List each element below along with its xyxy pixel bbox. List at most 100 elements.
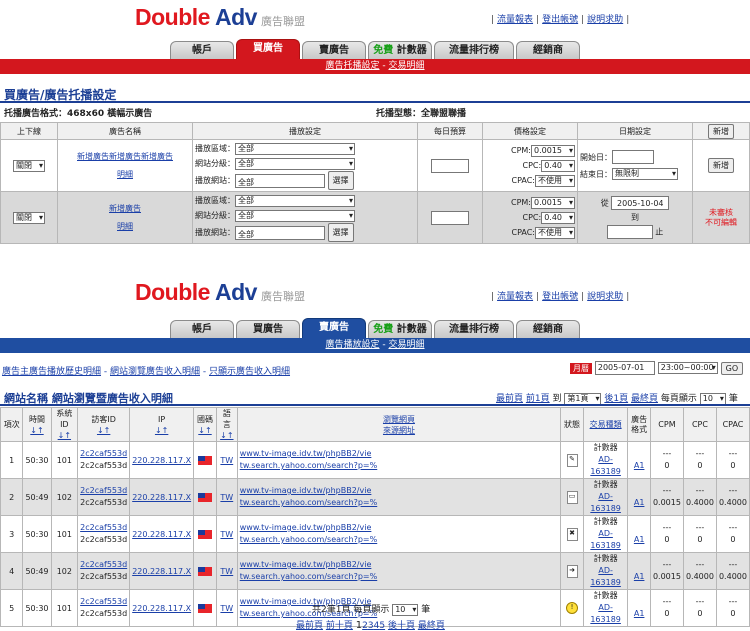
row-lang-link[interactable]: TW xyxy=(220,604,233,613)
pager-last[interactable]: 最終頁 xyxy=(631,394,658,404)
row-ip-link[interactable]: 220.228.117.X xyxy=(132,567,191,576)
site-input[interactable]: 全部 xyxy=(235,225,325,240)
subnav-ad-play[interactable]: 廣告播放設定 xyxy=(325,340,379,350)
tab-account[interactable]: 帳戶 xyxy=(170,41,234,59)
row-format-link[interactable]: A1 xyxy=(634,461,645,470)
status-select[interactable]: 關閉 xyxy=(13,159,45,172)
row-ad-link[interactable]: AD-163189 xyxy=(590,455,621,476)
ad-name-link[interactable]: 新增廣告 xyxy=(109,204,141,213)
top-link-report[interactable]: 流量報表 xyxy=(497,15,533,25)
region-select[interactable]: 全部 xyxy=(235,142,355,155)
row-ad-link[interactable]: AD-163189 xyxy=(590,492,621,513)
row-ad-link[interactable]: AD-163189 xyxy=(590,529,621,550)
subnav-transactions-2[interactable]: 交易明細 xyxy=(388,340,424,350)
top-link-help[interactable]: 說明求助 xyxy=(587,15,623,25)
site-select-button[interactable]: 選擇 xyxy=(327,223,354,242)
status-nav-icon[interactable]: ➜ xyxy=(566,564,578,578)
row-format-link[interactable]: A1 xyxy=(634,535,645,544)
budget-input[interactable] xyxy=(431,158,469,173)
tab-account-2[interactable]: 帳戶 xyxy=(170,320,234,338)
row-source-link[interactable]: tw.search.yahoo.com/search?p=% xyxy=(240,572,378,581)
row-visitor-link[interactable]: 2c2caf553d xyxy=(80,523,127,532)
filter-ad-income-only[interactable]: 只顯示廣告收入明細 xyxy=(209,367,290,377)
col-source-link[interactable]: 來源網址 xyxy=(383,426,415,435)
row-ip-link[interactable]: 220.228.117.X xyxy=(132,493,191,502)
row-lang-link[interactable]: TW xyxy=(220,530,233,539)
row-format-link[interactable]: A1 xyxy=(634,572,645,581)
tab-ranking[interactable]: 流量排行榜 xyxy=(434,41,514,59)
pager-count-select[interactable]: 10 xyxy=(699,392,726,405)
tab-sell-ads[interactable]: 賣廣告 xyxy=(302,41,366,59)
row-visitor-link[interactable]: 2c2caf553d xyxy=(80,560,127,569)
budget-input[interactable] xyxy=(431,210,469,225)
row-source-link[interactable]: tw.search.yahoo.com/search?p=% xyxy=(240,535,378,544)
start-date-input[interactable] xyxy=(612,150,654,164)
sort-ip[interactable]: ↓↑ xyxy=(155,426,168,435)
row-url-link[interactable]: www.tv-image.idv.tw/phpBB2/vie xyxy=(240,523,372,532)
status-doc-icon[interactable]: ▭ xyxy=(566,490,578,504)
to-date-input[interactable] xyxy=(606,224,653,239)
tab-counter[interactable]: 免費 計數器 xyxy=(368,41,432,59)
row-ad-link[interactable]: AD-163189 xyxy=(590,603,621,624)
sort-sysid[interactable]: ↓↑ xyxy=(58,431,71,440)
row-visitor-link[interactable]: 2c2caf553d xyxy=(80,597,127,606)
row-url-link[interactable]: www.tv-image.idv.tw/phpBB2/vie xyxy=(240,560,372,569)
footer-count-select[interactable]: 10 xyxy=(392,603,419,616)
status-del-icon[interactable]: ✖ xyxy=(566,527,578,541)
filter-advertiser-history[interactable]: 廣告主廣告播放歷史明細 xyxy=(2,367,101,377)
header-new-button[interactable]: 新增 xyxy=(708,123,734,139)
sort-country[interactable]: ↓↑ xyxy=(198,426,211,435)
row-lang-link[interactable]: TW xyxy=(220,493,233,502)
ad-name-link[interactable]: 新增廣告新增廣告新增廣告 xyxy=(77,152,173,161)
row-new-button[interactable]: 新增 xyxy=(708,158,734,173)
row-lang-link[interactable]: TW xyxy=(220,456,233,465)
ad-detail-link[interactable]: 明細 xyxy=(117,222,133,231)
category-select[interactable]: 全部 xyxy=(235,209,355,222)
tab-ranking-2[interactable]: 流量排行榜 xyxy=(434,320,514,338)
row-visitor-link[interactable]: 2c2caf553d xyxy=(80,486,127,495)
row-format-link[interactable]: A1 xyxy=(634,498,645,507)
go-button[interactable]: GO xyxy=(720,361,744,375)
row-lang-link[interactable]: TW xyxy=(220,567,233,576)
end-date-select[interactable]: 無限制 xyxy=(612,168,678,180)
cpc-select[interactable]: 0.40 xyxy=(541,159,575,172)
cpac-select[interactable]: 不使用 xyxy=(535,174,575,187)
from-date-input[interactable]: 2005-10-04 xyxy=(611,196,670,210)
cpm-select[interactable]: 0.0015 xyxy=(531,144,575,157)
status-select[interactable]: 關閉 xyxy=(13,211,45,224)
row-format-link[interactable]: A1 xyxy=(634,609,645,618)
date-input[interactable]: 2005-07-01 xyxy=(594,361,655,375)
cpc-select[interactable]: 0.40 xyxy=(541,211,575,224)
top-link-logout-2[interactable]: 登出帳號 xyxy=(542,292,578,302)
tab-sell-ads-2[interactable]: 賣廣告 xyxy=(302,318,366,338)
status-warn-icon[interactable]: ! xyxy=(566,602,579,614)
time-select[interactable]: 23:00~00:00 xyxy=(657,362,718,374)
sort-time[interactable]: ↓↑ xyxy=(30,426,43,435)
tab-dealer[interactable]: 經銷商 xyxy=(516,41,580,59)
row-ip-link[interactable]: 220.228.117.X xyxy=(132,604,191,613)
top-link-help-2[interactable]: 說明求助 xyxy=(587,292,623,302)
row-ad-link[interactable]: AD-163189 xyxy=(590,566,621,587)
col-browse-link[interactable]: 瀏覽網頁 xyxy=(383,415,415,424)
pager-first[interactable]: 最前頁 xyxy=(496,394,523,404)
tab-buy-ads[interactable]: 買廣告 xyxy=(236,39,300,59)
cpac-select[interactable]: 不使用 xyxy=(535,226,575,239)
site-input[interactable]: 全部 xyxy=(235,173,325,188)
pager-page-select[interactable]: 第1頁 xyxy=(564,392,602,405)
row-source-link[interactable]: tw.search.yahoo.com/search?p=% xyxy=(240,498,378,507)
row-ip-link[interactable]: 220.228.117.X xyxy=(132,530,191,539)
row-ip-link[interactable]: 220.228.117.X xyxy=(132,456,191,465)
filter-site-income[interactable]: 網站瀏覽廣告收入明細 xyxy=(110,367,200,377)
calendar-icon[interactable]: 月曆 xyxy=(570,362,592,374)
pager-prev[interactable]: 前1頁 xyxy=(526,394,550,404)
ad-detail-link[interactable]: 明細 xyxy=(117,170,133,179)
row-visitor-link[interactable]: 2c2caf553d xyxy=(80,449,127,458)
row-url-link[interactable]: www.tv-image.idv.tw/phpBB2/vie xyxy=(240,449,372,458)
region-select[interactable]: 全部 xyxy=(235,194,355,207)
sort-visitor[interactable]: ↓↑ xyxy=(97,426,110,435)
subnav-ad-setting[interactable]: 廣告托播設定 xyxy=(325,61,379,71)
category-select[interactable]: 全部 xyxy=(235,157,355,170)
top-link-logout[interactable]: 登出帳號 xyxy=(542,15,578,25)
col-kind-link[interactable]: 交易種類 xyxy=(590,420,622,429)
sort-lang[interactable]: ↓↑ xyxy=(220,431,233,440)
